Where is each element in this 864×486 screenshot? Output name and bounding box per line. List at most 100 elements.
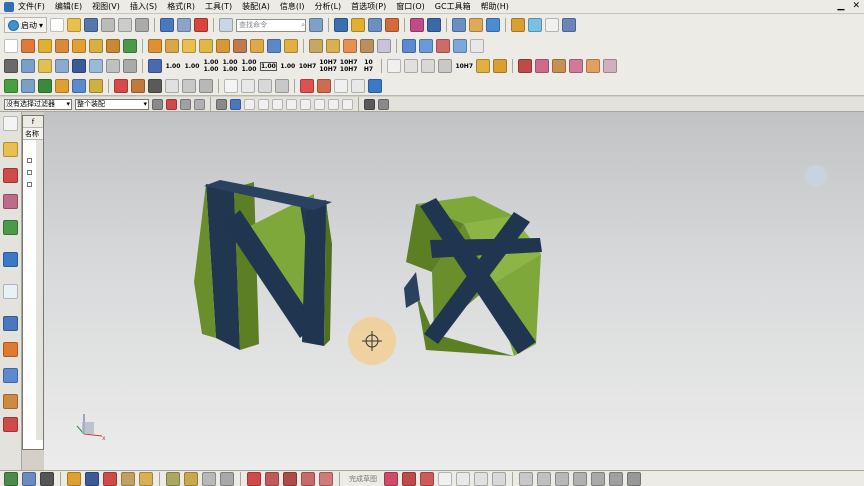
datum-axis-icon[interactable] bbox=[38, 59, 52, 73]
flag-icon[interactable] bbox=[258, 78, 272, 93]
measure-distance-icon[interactable] bbox=[410, 18, 425, 32]
menu-analysis[interactable]: 分析(L) bbox=[314, 1, 341, 12]
snap-enable-icon[interactable] bbox=[230, 98, 241, 110]
sweep-icon[interactable] bbox=[309, 39, 323, 53]
make-corner-icon[interactable] bbox=[555, 471, 569, 486]
menu-format[interactable]: 格式(R) bbox=[167, 1, 195, 12]
quick-trim-icon[interactable] bbox=[519, 471, 533, 486]
assembly-navigator-icon[interactable] bbox=[3, 142, 18, 157]
split-body-icon[interactable] bbox=[233, 39, 247, 53]
suppress-icon[interactable] bbox=[131, 78, 145, 93]
point-icon[interactable] bbox=[72, 59, 86, 73]
reposition-icon[interactable] bbox=[139, 471, 153, 486]
line-tool-icon[interactable] bbox=[402, 471, 416, 486]
rotate-icon[interactable] bbox=[385, 18, 400, 32]
filter-icon[interactable] bbox=[152, 98, 163, 110]
command-finder-icon[interactable] bbox=[219, 18, 234, 32]
dim-6[interactable]: 1.00 bbox=[260, 61, 277, 71]
mesh-surface-icon[interactable] bbox=[419, 39, 433, 53]
circle-tool-icon[interactable] bbox=[438, 471, 452, 486]
menu-assembly[interactable]: 装配(A) bbox=[242, 1, 270, 12]
settings-icon[interactable] bbox=[3, 116, 18, 131]
quadrant-snap-icon[interactable] bbox=[314, 98, 325, 110]
trim-body-icon[interactable] bbox=[216, 39, 230, 53]
pin-icon[interactable] bbox=[378, 98, 389, 110]
unite-icon[interactable] bbox=[123, 39, 137, 53]
finish-sketch-label[interactable]: 完成草图 bbox=[349, 474, 377, 484]
assembly-constraint-icon[interactable] bbox=[67, 471, 81, 486]
sketch-line-icon[interactable] bbox=[247, 471, 261, 486]
component-select-icon[interactable] bbox=[194, 98, 205, 110]
sketch-fillet-icon[interactable] bbox=[283, 471, 297, 486]
datum-feature-icon[interactable] bbox=[404, 59, 419, 73]
navigator-tab[interactable]: f bbox=[23, 116, 43, 128]
image-icon[interactable] bbox=[275, 78, 289, 93]
project-curve-icon[interactable] bbox=[569, 59, 583, 73]
shaded-icon[interactable] bbox=[486, 18, 501, 32]
no-select-icon[interactable] bbox=[334, 78, 348, 93]
web-browser-icon[interactable] bbox=[3, 252, 18, 267]
display-mode-icon[interactable] bbox=[469, 18, 484, 32]
snap-icon[interactable] bbox=[216, 98, 227, 110]
roles-icon[interactable] bbox=[3, 394, 18, 409]
zoom-icon[interactable] bbox=[368, 18, 383, 32]
fit-icon[interactable] bbox=[351, 18, 366, 32]
tolerance-10h7[interactable]: 10H7 bbox=[455, 63, 473, 70]
weld-icon[interactable] bbox=[476, 59, 490, 73]
pocket-icon[interactable] bbox=[89, 39, 103, 53]
menu-view[interactable]: 视图(V) bbox=[92, 1, 120, 12]
help-icon[interactable] bbox=[562, 18, 577, 32]
point-tool-icon[interactable] bbox=[492, 471, 506, 486]
bookmark-icon[interactable] bbox=[364, 98, 375, 110]
intersection-snap-icon[interactable] bbox=[286, 98, 297, 110]
tree-expander[interactable] bbox=[27, 182, 32, 187]
datum-csys-icon[interactable] bbox=[55, 59, 69, 73]
note-icon[interactable] bbox=[421, 59, 436, 73]
mate-icon[interactable] bbox=[103, 471, 117, 486]
arc-center-snap-icon[interactable] bbox=[300, 98, 311, 110]
sketch-arc-icon[interactable] bbox=[265, 471, 279, 486]
spline-icon[interactable] bbox=[123, 59, 137, 73]
emboss-icon[interactable] bbox=[343, 39, 357, 53]
name-column-header[interactable]: 名称 bbox=[23, 128, 43, 140]
control-point-snap-icon[interactable] bbox=[272, 98, 283, 110]
polygon-tool-icon[interactable] bbox=[474, 471, 488, 486]
constraint-navigator-icon[interactable] bbox=[3, 168, 18, 183]
profile-tool-icon[interactable] bbox=[384, 471, 398, 486]
sheet-icon[interactable] bbox=[165, 78, 179, 93]
menu-information[interactable]: 信息(I) bbox=[280, 1, 305, 12]
system-scenes-icon[interactable] bbox=[3, 417, 18, 432]
balloon-icon[interactable] bbox=[493, 59, 507, 73]
menu-insert[interactable]: 插入(S) bbox=[130, 1, 157, 12]
datum-plane-icon[interactable] bbox=[21, 59, 35, 73]
menu-preferences[interactable]: 首选项(P) bbox=[351, 1, 386, 12]
arc-tool-icon[interactable] bbox=[420, 471, 434, 486]
constraint-icon[interactable] bbox=[609, 471, 623, 486]
transform-icon[interactable] bbox=[55, 78, 69, 93]
rectangle-tool-icon[interactable] bbox=[456, 471, 470, 486]
command-search-input[interactable]: 查找命令 ⌕ bbox=[236, 18, 307, 32]
menu-gc-toolbox[interactable]: GC工具箱 bbox=[435, 1, 471, 12]
x-shaped-part[interactable] bbox=[404, 196, 542, 356]
midpoint-snap-icon[interactable] bbox=[258, 98, 269, 110]
fillet-curve-icon[interactable] bbox=[535, 59, 549, 73]
dim-4[interactable]: 1.00 1.00 bbox=[222, 59, 238, 73]
selection-scope-select[interactable]: 整个装配 ▾ bbox=[75, 98, 149, 110]
paste-icon[interactable] bbox=[135, 18, 150, 32]
lines-icon[interactable] bbox=[182, 78, 196, 93]
through-curves-icon[interactable] bbox=[402, 39, 416, 53]
studio-surface-icon[interactable] bbox=[436, 39, 450, 53]
scale-body-icon[interactable] bbox=[360, 39, 374, 53]
measure-angle-icon[interactable] bbox=[427, 18, 442, 32]
select-all-icon[interactable] bbox=[166, 98, 177, 110]
sketch-trim-icon[interactable] bbox=[301, 471, 315, 486]
n-shaped-part[interactable] bbox=[194, 180, 332, 350]
pad-icon[interactable] bbox=[106, 39, 120, 53]
offset-sketch-icon[interactable] bbox=[573, 471, 587, 486]
deselect-icon[interactable] bbox=[351, 78, 365, 93]
clearance-icon[interactable] bbox=[202, 471, 216, 486]
delete-icon[interactable] bbox=[194, 18, 209, 32]
profile-task-icon[interactable] bbox=[22, 471, 36, 486]
tree-expander[interactable] bbox=[27, 158, 32, 163]
edit-parameters-icon[interactable] bbox=[21, 78, 35, 93]
